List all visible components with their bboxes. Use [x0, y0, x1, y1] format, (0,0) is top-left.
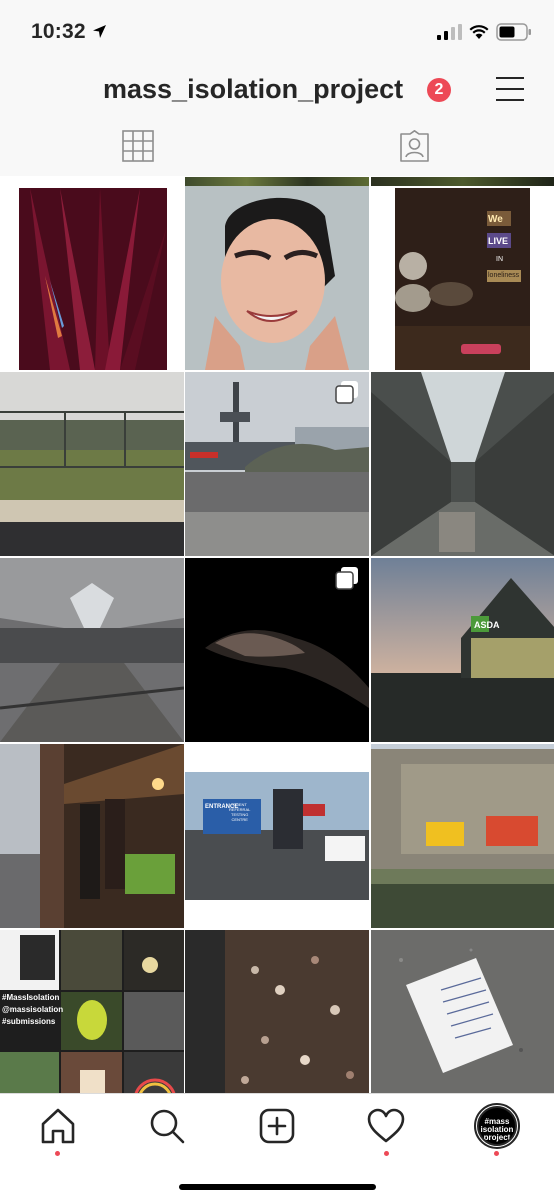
avatar-text-line: project: [483, 1133, 511, 1142]
profile-header: mass_isolation_project 2: [0, 64, 554, 176]
post-image: [0, 558, 184, 742]
tagged-photos-icon[interactable]: [398, 130, 431, 163]
grid-view-icon[interactable]: [122, 130, 154, 162]
post-thumbnail[interactable]: [185, 558, 369, 742]
sign-text-in: IN: [496, 256, 503, 263]
post-image: [185, 930, 369, 1093]
post-peek: [185, 177, 369, 186]
post-thumbnail[interactable]: ENTRANCE CLIENT REFERRAL TESTING CENTRE: [185, 744, 369, 928]
post-image: [371, 186, 554, 370]
post-thumbnail[interactable]: [371, 372, 554, 556]
post-thumbnail[interactable]: [371, 744, 554, 928]
home-indicator[interactable]: [179, 1184, 376, 1190]
post-image: [371, 372, 554, 556]
wifi-icon: [469, 25, 489, 39]
post-image: [185, 186, 369, 370]
post-thumbnail[interactable]: [185, 930, 369, 1093]
post-thumbnail[interactable]: [0, 372, 184, 556]
post-thumbnail[interactable]: We LIVE IN loneliness: [371, 186, 554, 370]
multiple-photos-icon: [335, 381, 358, 404]
activity-notification-dot: [384, 1151, 389, 1156]
search-icon[interactable]: [147, 1106, 187, 1146]
post-peek: [371, 177, 554, 186]
sign-text-we: We: [488, 214, 503, 225]
profile-username[interactable]: mass_isolation_project: [103, 74, 403, 105]
post-thumbnail[interactable]: [0, 186, 184, 370]
home-notification-dot: [55, 1151, 60, 1156]
heart-activity-icon[interactable]: [366, 1106, 406, 1146]
notification-badge[interactable]: 2: [427, 78, 451, 102]
location-arrow-icon: [93, 25, 106, 38]
sign-text-live: LIVE: [488, 236, 509, 246]
store-sign-text: ASDA: [474, 620, 500, 630]
hamburger-menu-icon[interactable]: [496, 76, 526, 102]
post-image: [0, 372, 184, 556]
posts-grid: We LIVE IN loneliness ASDA ENTRANCE CLIE…: [0, 177, 554, 1093]
status-time: 10:32: [31, 20, 86, 43]
post-thumbnail[interactable]: [185, 372, 369, 556]
cellular-signal-icon: [437, 24, 462, 40]
profile-avatar[interactable]: #mass isolation project: [477, 1106, 517, 1146]
post-image: [0, 186, 184, 370]
post-image: [371, 930, 554, 1093]
post-image: [371, 558, 554, 742]
post-image: [0, 744, 184, 928]
post-thumbnail[interactable]: [371, 930, 554, 1093]
home-icon[interactable]: [38, 1106, 78, 1146]
battery-icon: [496, 23, 531, 41]
new-post-icon[interactable]: [257, 1106, 297, 1146]
profile-notification-dot: [494, 1151, 499, 1156]
sign-text-testing: CLIENT REFERRAL TESTING CENTRE: [229, 802, 251, 822]
post-thumbnail[interactable]: [0, 558, 184, 742]
post-thumbnail[interactable]: [0, 744, 184, 928]
multiple-photos-icon: [335, 567, 358, 590]
collage-caption: #MassIsolation @massisolation #submissio…: [2, 993, 64, 1026]
status-bar: 10:32: [0, 0, 554, 64]
post-thumbnail[interactable]: #MassIsolation @massisolation #submissio…: [0, 930, 184, 1093]
post-image: [185, 744, 369, 928]
post-thumbnail[interactable]: ASDA: [371, 558, 554, 742]
post-image: [371, 744, 554, 928]
post-thumbnail[interactable]: [185, 186, 369, 370]
sign-text-loneliness: loneliness: [488, 272, 520, 279]
